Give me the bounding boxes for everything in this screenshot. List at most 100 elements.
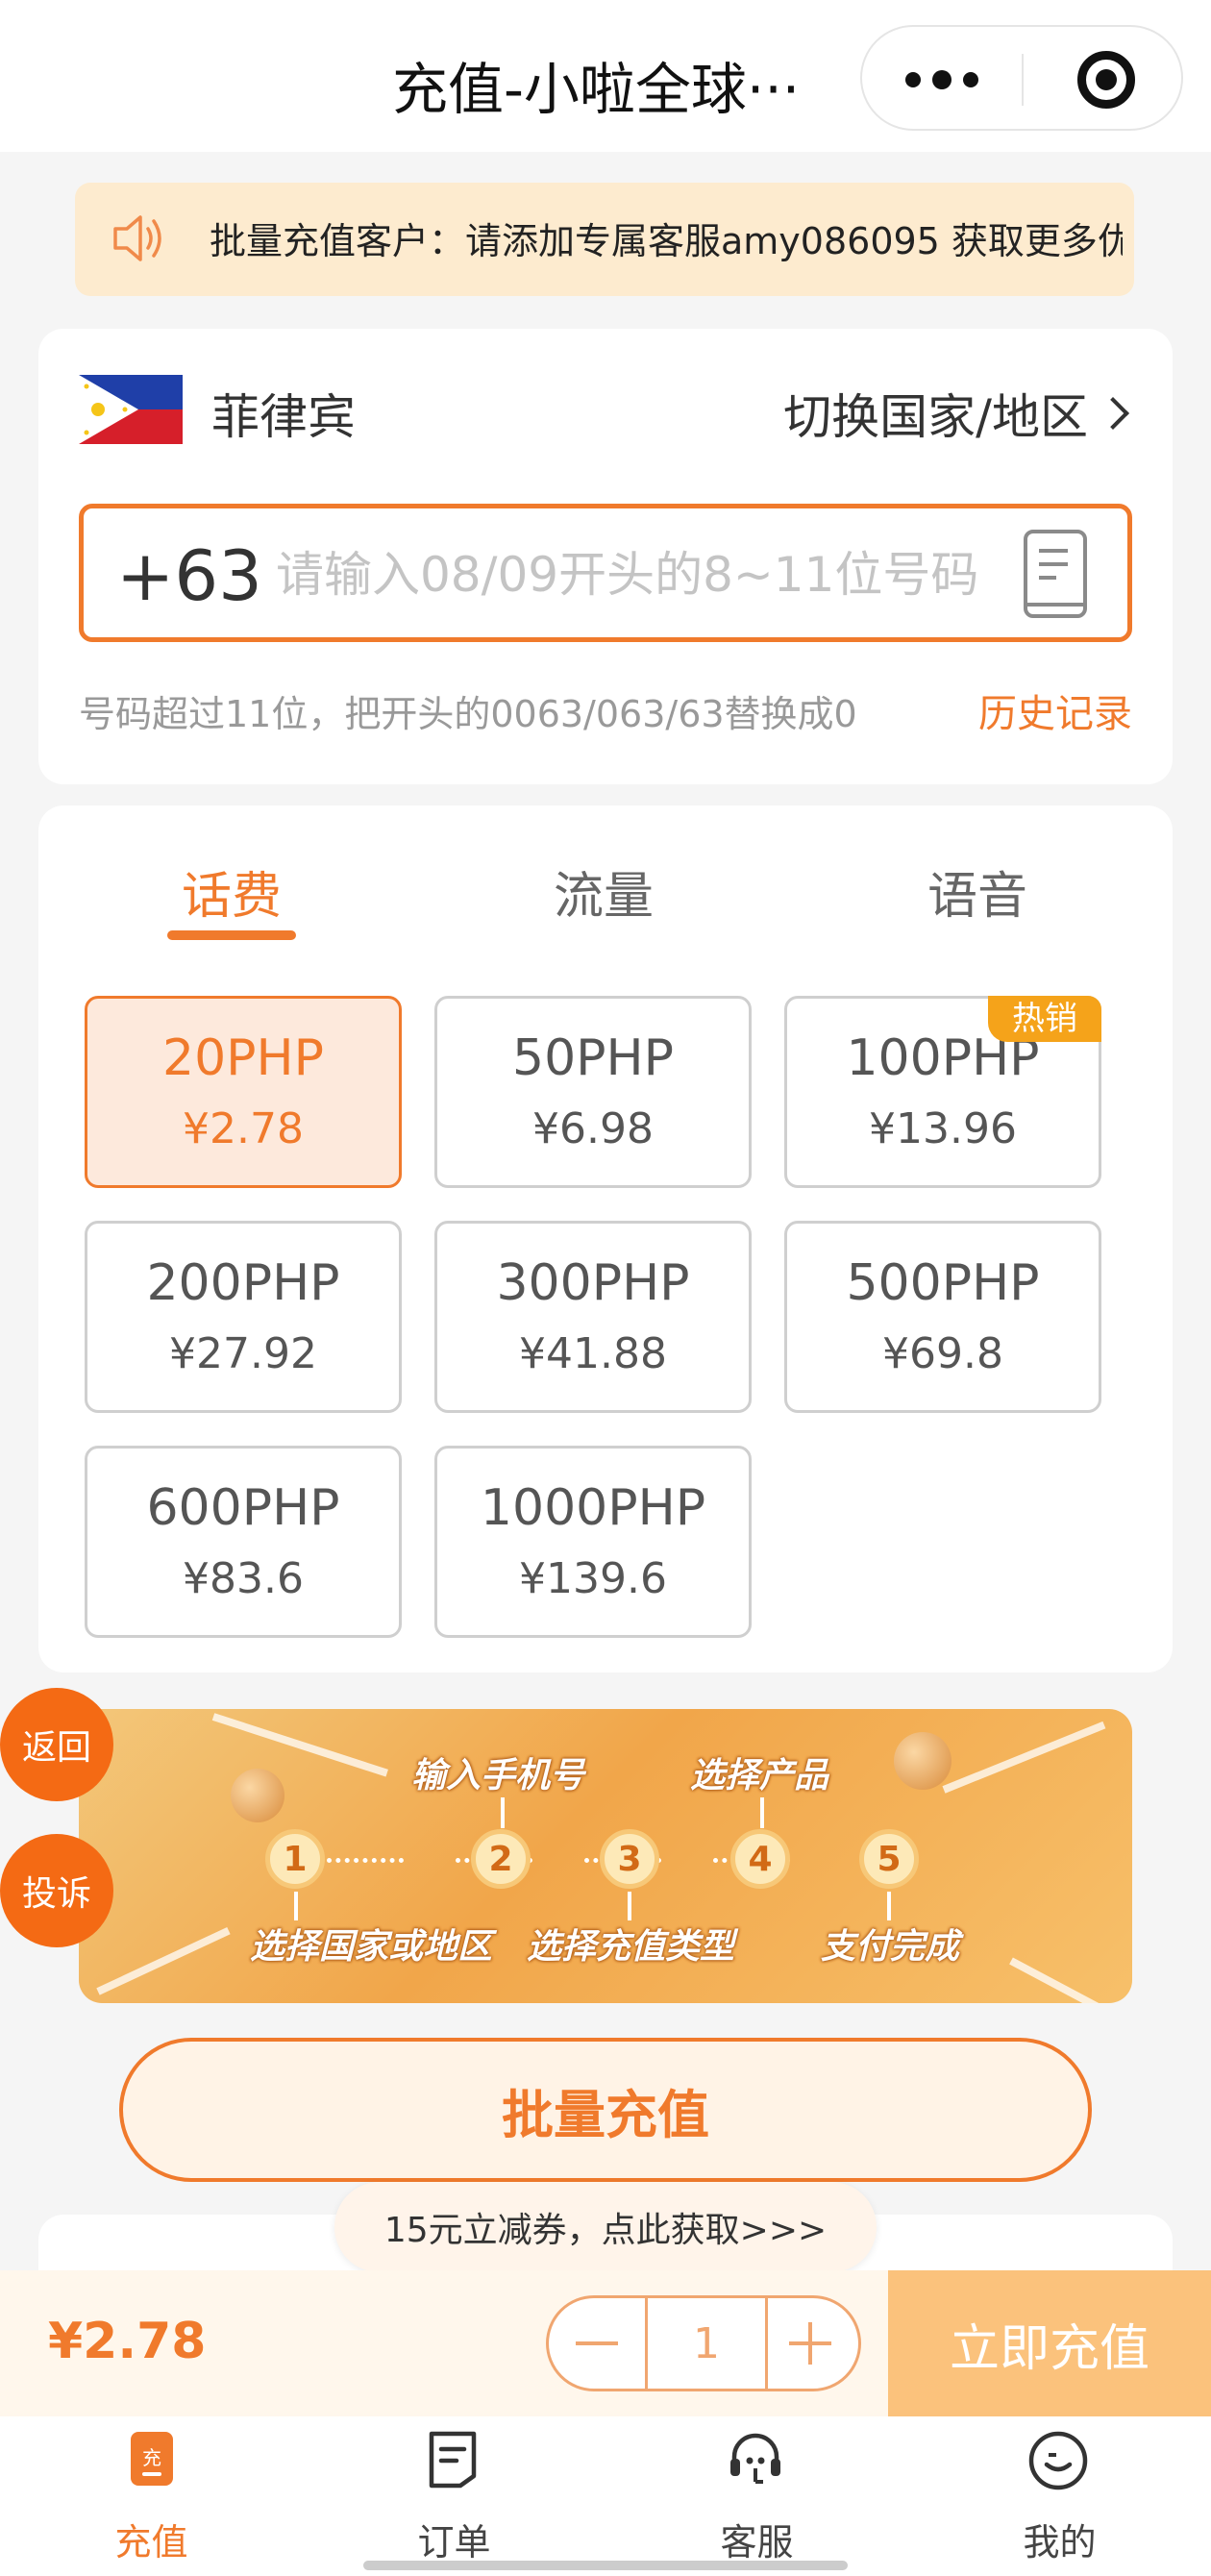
page-title: 充值-小啦全球··· <box>392 57 801 122</box>
hot-badge: 热销 <box>988 996 1101 1042</box>
nav-header: 充值-小啦全球··· <box>0 0 1211 152</box>
product-amount: 20PHP <box>162 1029 324 1087</box>
dot-icon <box>905 72 921 87</box>
close-target-icon[interactable] <box>1077 51 1135 109</box>
step-number: 1 <box>265 1829 325 1889</box>
dot-icon <box>963 72 978 87</box>
step-connector <box>628 1892 631 1920</box>
back-float-button[interactable]: 返回 <box>0 1688 113 1801</box>
complain-float-button[interactable]: 投诉 <box>0 1834 113 1947</box>
switch-country-label: 切换国家/地区 <box>783 389 1088 445</box>
product-option[interactable]: 100PHP ¥13.96 热销 <box>784 996 1101 1188</box>
step-label-choose-type: 选择充值类型 <box>527 1927 735 1967</box>
product-option[interactable]: 300PHP ¥41.88 <box>434 1221 752 1413</box>
step-number: 3 <box>600 1829 659 1889</box>
step-label-enter-phone: 输入手机号 <box>411 1756 585 1796</box>
increase-button[interactable] <box>762 2298 858 2389</box>
step-number: 2 <box>471 1829 531 1889</box>
step-number: 5 <box>859 1829 919 1889</box>
phone-input[interactable] <box>276 543 1026 607</box>
product-amount: 600PHP <box>146 1479 340 1537</box>
product-option[interactable]: 500PHP ¥69.8 <box>784 1221 1101 1413</box>
recharge-icon: 充 <box>131 2432 173 2486</box>
coin-decoration <box>231 1769 284 1822</box>
product-amount: 300PHP <box>496 1254 690 1312</box>
tab-active-indicator <box>167 930 296 940</box>
svg-text:充: 充 <box>142 2446 161 2469</box>
tabbar-label: 客服 <box>720 2521 794 2564</box>
banner-decoration <box>211 1713 388 1777</box>
chevron-right-icon <box>1097 397 1129 430</box>
total-price: ¥2.78 <box>48 2313 207 2370</box>
switch-country-button[interactable]: 切换国家/地区 <box>783 379 1129 448</box>
product-price: ¥2.78 <box>183 1104 304 1153</box>
quantity-input[interactable] <box>648 2298 765 2389</box>
product-option[interactable]: 20PHP ¥2.78 <box>85 996 402 1188</box>
notice-bar: 批量充值客户：请添加专属客服amy086095 获取更多优惠 <box>75 183 1134 296</box>
step-line <box>327 1858 404 1863</box>
banner-decoration <box>96 1926 231 1995</box>
step-label-payment-done: 支付完成 <box>821 1927 960 1967</box>
coin-decoration <box>894 1732 952 1790</box>
product-price: ¥139.6 <box>519 1554 667 1603</box>
product-amount: 200PHP <box>146 1254 340 1312</box>
history-link[interactable]: 历史记录 <box>978 682 1132 738</box>
coupon-link[interactable]: 15元立减券，点此获取>>> <box>334 2182 877 2272</box>
philippines-flag-icon <box>79 375 183 444</box>
banner-decoration <box>1009 1957 1124 2003</box>
country-code: +63 <box>116 535 262 616</box>
step-connector <box>294 1892 298 1920</box>
steps-banner: 输入手机号 选择产品 1 2 3 4 5 选择国家或地区 选择充值类型 支付完成 <box>79 1709 1132 2003</box>
product-option[interactable]: 1000PHP ¥139.6 <box>434 1446 752 1638</box>
step-label-choose-product: 选择产品 <box>690 1756 829 1796</box>
product-option[interactable]: 600PHP ¥83.6 <box>85 1446 402 1638</box>
step-label-choose-country: 选择国家或地区 <box>250 1927 493 1967</box>
product-price: ¥13.96 <box>869 1104 1017 1153</box>
contact-book-icon[interactable] <box>1024 530 1087 618</box>
product-price: ¥6.98 <box>532 1104 654 1153</box>
notice-text: 批量充值客户：请添加专属客服amy086095 获取更多优惠 <box>210 220 1123 262</box>
product-price: ¥27.92 <box>169 1329 317 1378</box>
banner-decoration <box>942 1721 1106 1794</box>
bottom-tabbar: 充 充值 订单 客服 我的 <box>0 2416 1211 2576</box>
product-price: ¥83.6 <box>183 1554 304 1603</box>
tabbar-label: 充值 <box>114 2521 188 2564</box>
tabbar-item-recharge[interactable]: 充 充值 <box>0 2416 303 2576</box>
decrease-button[interactable] <box>549 2298 645 2389</box>
product-amount: 1000PHP <box>480 1479 706 1537</box>
home-indicator <box>363 2561 848 2570</box>
tab-voice[interactable]: 语音 <box>881 855 1074 928</box>
tabbar-label: 我的 <box>1023 2521 1097 2564</box>
service-icon <box>730 2433 780 2484</box>
step-number: 4 <box>730 1829 790 1889</box>
product-card: 话费 流量 语音 20PHP ¥2.78 50PHP ¥6.98 100PHP … <box>38 805 1173 1672</box>
tab-call-credit[interactable]: 话费 <box>136 855 328 928</box>
speaker-icon <box>113 215 161 261</box>
step-connector <box>501 1797 505 1828</box>
phone-hint: 号码超过11位，把开头的0063/063/63替换成0 <box>79 693 857 735</box>
phone-card: 菲律宾 切换国家/地区 +63 号码超过11位，把开头的0063/063/63替… <box>38 329 1173 784</box>
purchase-bar: ¥2.78 立即充值 <box>0 2270 1211 2416</box>
step-connector <box>887 1892 891 1920</box>
phone-field: +63 <box>79 504 1132 642</box>
tabbar-item-orders[interactable]: 订单 <box>303 2416 606 2576</box>
product-amount: 50PHP <box>512 1029 674 1087</box>
mini-program-capsule <box>860 25 1183 131</box>
tabbar-item-service[interactable]: 客服 <box>606 2416 908 2576</box>
country-name: 菲律宾 <box>211 389 356 445</box>
product-option[interactable]: 50PHP ¥6.98 <box>434 996 752 1188</box>
step-connector <box>760 1797 764 1828</box>
product-amount: 500PHP <box>846 1254 1040 1312</box>
product-price: ¥69.8 <box>882 1329 1003 1378</box>
dot-icon <box>932 70 952 89</box>
tabbar-item-profile[interactable]: 我的 <box>908 2416 1211 2576</box>
product-option[interactable]: 200PHP ¥27.92 <box>85 1221 402 1413</box>
recharge-now-button[interactable]: 立即充值 <box>888 2270 1211 2416</box>
tab-data[interactable]: 流量 <box>507 855 700 928</box>
quantity-stepper <box>546 2295 861 2391</box>
more-menu-button[interactable] <box>862 27 1022 133</box>
tabbar-label: 订单 <box>417 2521 491 2564</box>
batch-recharge-button[interactable]: 批量充值 <box>119 2038 1092 2182</box>
profile-icon <box>1028 2431 1088 2490</box>
order-icon <box>429 2431 477 2489</box>
